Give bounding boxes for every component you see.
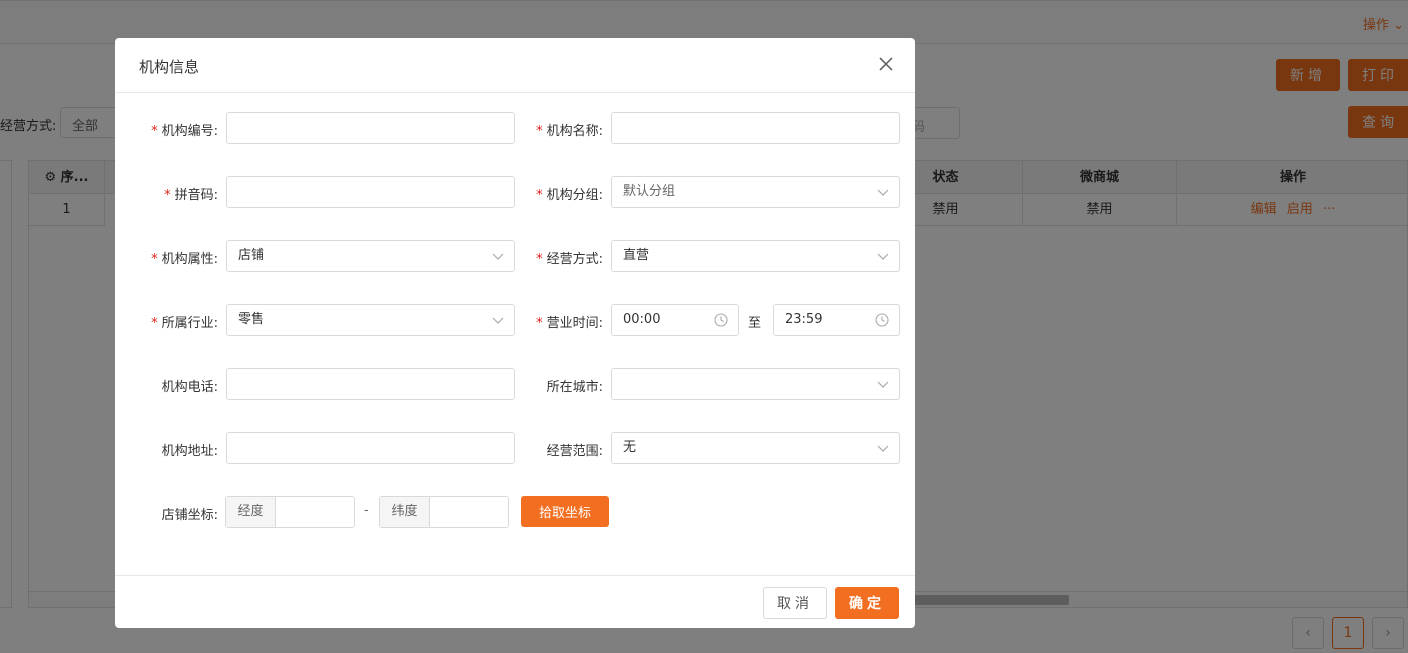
- longitude-addon: 经度: [226, 497, 276, 527]
- org-group-select[interactable]: 默认分组: [611, 176, 900, 208]
- biz-scope-select[interactable]: 无: [611, 432, 900, 464]
- pick-coords-button[interactable]: 拾取坐标: [521, 496, 609, 527]
- coords-label: 店铺坐标:: [161, 508, 218, 523]
- city-select[interactable]: [611, 368, 900, 400]
- address-input[interactable]: [226, 432, 515, 464]
- close-icon[interactable]: [877, 55, 895, 73]
- dialog-title: 机构信息: [139, 58, 200, 76]
- chevron-down-icon: [877, 381, 889, 388]
- coords-dash: -: [364, 503, 369, 518]
- org-name-input[interactable]: [611, 112, 900, 144]
- time-separator: 至: [748, 316, 762, 331]
- phone-input[interactable]: [226, 368, 515, 400]
- dialog-footer: 取消 确定: [115, 575, 915, 628]
- biz-mode-label: * 经营方式:: [536, 252, 603, 267]
- org-name-label: * 机构名称:: [536, 124, 603, 139]
- chevron-down-icon: [877, 189, 889, 196]
- industry-select[interactable]: 零售: [226, 304, 515, 336]
- latitude-input[interactable]: 纬度: [379, 496, 509, 528]
- biz-hours-end[interactable]: 23:59: [773, 304, 900, 336]
- clock-icon: [875, 313, 889, 327]
- cancel-button[interactable]: 取消: [763, 587, 827, 619]
- biz-scope-label: 经营范围:: [546, 444, 603, 459]
- clock-icon: [714, 313, 728, 327]
- org-code-label: * 机构编号:: [151, 124, 218, 139]
- address-label: 机构地址:: [161, 444, 218, 459]
- ok-button[interactable]: 确定: [835, 587, 899, 619]
- pinyin-input[interactable]: [226, 176, 515, 208]
- chevron-down-icon: [877, 253, 889, 260]
- biz-mode-select[interactable]: 直营: [611, 240, 900, 272]
- chevron-down-icon: [877, 445, 889, 452]
- biz-hours-label: * 营业时间:: [536, 316, 603, 331]
- phone-label: 机构电话:: [161, 380, 218, 395]
- org-group-label: * 机构分组:: [536, 188, 603, 203]
- chevron-down-icon: [492, 317, 504, 324]
- longitude-input[interactable]: 经度: [225, 496, 355, 528]
- industry-label: * 所属行业:: [151, 316, 218, 331]
- biz-hours-start[interactable]: 00:00: [611, 304, 739, 336]
- chevron-down-icon: [492, 253, 504, 260]
- org-info-dialog: 机构信息 * 机构编号: * 机构名称: * 拼音码: * 机构分组: 默认分组 * 机构…: [115, 38, 915, 628]
- org-code-input[interactable]: [226, 112, 515, 144]
- org-attr-label: * 机构属性:: [151, 252, 218, 267]
- dialog-header: 机构信息: [115, 38, 915, 93]
- city-label: 所在城市:: [546, 380, 603, 395]
- pinyin-label: * 拼音码:: [164, 188, 218, 203]
- latitude-addon: 纬度: [380, 497, 430, 527]
- org-attr-select[interactable]: 店铺: [226, 240, 515, 272]
